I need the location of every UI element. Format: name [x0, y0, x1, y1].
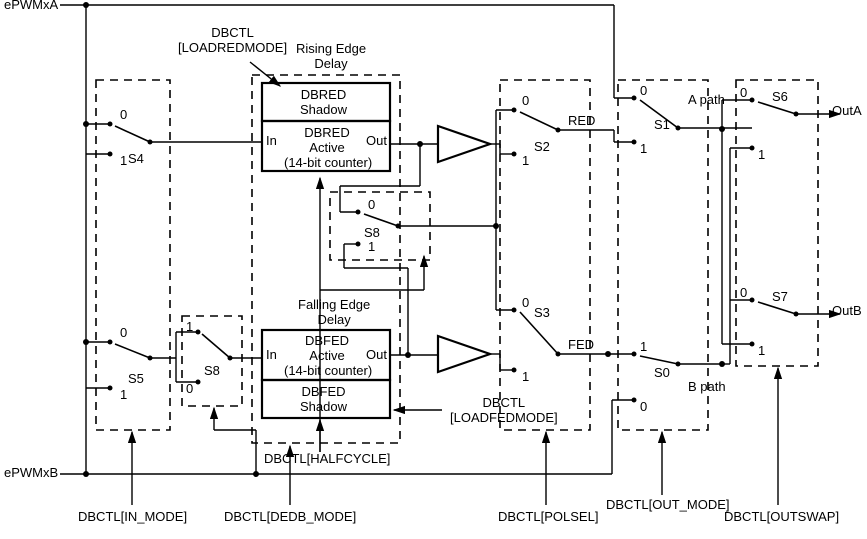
output-b-label: OutB — [832, 304, 862, 319]
dbred-out-port: Out — [366, 134, 387, 149]
dbfed-in-port: In — [266, 348, 277, 363]
dbred-in-port: In — [266, 134, 277, 149]
s3-pos0: 0 — [522, 296, 529, 311]
s0-pos1: 1 — [640, 340, 647, 355]
s0-label: S0 — [654, 366, 670, 381]
output-a-label: OutA — [832, 104, 862, 119]
s3-pos1: 1 — [522, 370, 529, 385]
ctrl-dedbmode-label: DBCTL[DEDB_MODE] — [224, 510, 356, 525]
dbred-shadow-label: DBRED Shadow — [300, 88, 347, 118]
falling-title: Falling Edge Delay — [298, 298, 370, 328]
s1-pos1: 1 — [640, 142, 647, 157]
s8-in-label: S8 — [204, 364, 220, 379]
s1-label: S1 — [654, 118, 670, 133]
a-path-label: A path — [688, 93, 725, 108]
s2-pos0: 0 — [522, 94, 529, 109]
rising-title: Rising Edge Delay — [296, 42, 366, 72]
s6-pos1: 1 — [758, 148, 765, 163]
ctrl-loadfed-label: DBCTL [LOADFEDMODE] — [450, 396, 558, 426]
dbfed-shadow-label: DBFED Shadow — [300, 385, 347, 415]
s2-pos1: 1 — [522, 154, 529, 169]
ctrl-inmode-label: DBCTL[IN_MODE] — [78, 510, 187, 525]
s5-label: S5 — [128, 372, 144, 387]
s4-pos0: 0 — [120, 108, 127, 123]
s6-label: S6 — [772, 90, 788, 105]
red-label: RED — [568, 114, 595, 129]
dbfed-active-label: DBFED Active (14-bit counter) — [284, 334, 370, 379]
s5-pos0: 0 — [120, 326, 127, 341]
s7-pos1: 1 — [758, 344, 765, 359]
ctrl-outswap-label: DBCTL[OUTSWAP] — [724, 510, 839, 525]
dbfed-out-port: Out — [366, 348, 387, 363]
s8in-pos1: 1 — [186, 320, 193, 335]
s3-label: S3 — [534, 306, 550, 321]
input-a-label: ePWMxA — [4, 0, 58, 13]
dbred-active-label: DBRED Active (14-bit counter) — [284, 126, 370, 171]
s8in-pos0: 0 — [186, 382, 193, 397]
s4-label: S4 — [128, 152, 144, 167]
s7-pos0: 0 — [740, 286, 747, 301]
s8mid-pos0: 0 — [368, 198, 375, 213]
ctrl-outmode-label: DBCTL[OUT_MODE] — [606, 498, 730, 513]
s2-label: S2 — [534, 140, 550, 155]
s8mid-pos1: 1 — [368, 240, 375, 255]
s1-pos0: 0 — [640, 84, 647, 99]
fed-label: FED — [568, 338, 594, 353]
b-path-label: B path — [688, 380, 726, 395]
ctrl-polsel-label: DBCTL[POLSEL] — [498, 510, 598, 525]
ctrl-halfcycle-label: DBCTL[HALFCYCLE] — [264, 452, 390, 467]
s5-pos1: 1 — [120, 388, 127, 403]
diagram-svg — [0, 0, 867, 539]
s4-pos1: 1 — [120, 154, 127, 169]
input-b-label: ePWMxB — [4, 466, 58, 481]
ctrl-loadred-label: DBCTL [LOADREDMODE] — [178, 26, 287, 56]
s0-pos0: 0 — [640, 400, 647, 415]
s6-pos0: 0 — [740, 86, 747, 101]
s7-label: S7 — [772, 290, 788, 305]
